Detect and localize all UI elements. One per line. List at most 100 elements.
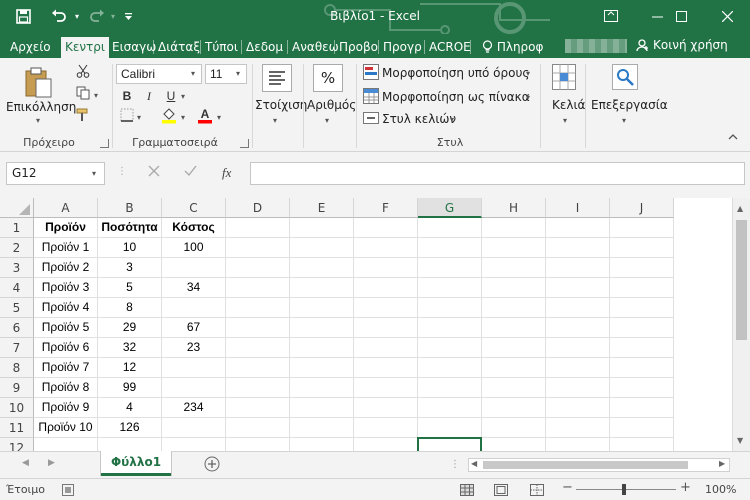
cut-icon[interactable] [74, 64, 92, 82]
normal-view-icon[interactable] [460, 484, 474, 499]
cell-a8[interactable]: Προϊόν 7 [34, 358, 98, 378]
zoom-in-icon[interactable]: + [680, 480, 691, 495]
cell-i6[interactable] [546, 318, 610, 338]
cell-c5[interactable] [162, 298, 226, 318]
cell-b9[interactable]: 99 [98, 378, 162, 398]
row-header[interactable]: 2 [0, 238, 34, 258]
paste-dropdown-icon[interactable]: ▾ [36, 116, 40, 125]
row-header[interactable]: 8 [0, 358, 34, 378]
cell-b5[interactable]: 8 [98, 298, 162, 318]
cell-j11[interactable] [610, 418, 674, 438]
cell-c4[interactable]: 34 [162, 278, 226, 298]
cell-i1[interactable] [546, 218, 610, 238]
row-header[interactable]: 10 [0, 398, 34, 418]
alignment-dropdown-icon[interactable]: ▾ [273, 116, 277, 125]
fill-color-icon[interactable] [160, 106, 178, 124]
cell-d7[interactable] [226, 338, 290, 358]
collapse-ribbon-icon[interactable] [724, 130, 742, 148]
column-header-g[interactable]: G [418, 198, 482, 218]
italic-button[interactable]: I [140, 87, 158, 105]
cell-g1[interactable] [418, 218, 482, 238]
horizontal-scroll-thumb[interactable] [483, 461, 688, 469]
cell-a6[interactable]: Προϊόν 5 [34, 318, 98, 338]
conditional-formatting-button[interactable]: Μορφοποίηση υπό όρους [382, 66, 529, 80]
cell-d5[interactable] [226, 298, 290, 318]
font-name-select[interactable]: Calibri [116, 64, 202, 84]
cell-f8[interactable] [354, 358, 418, 378]
cell-h9[interactable] [482, 378, 546, 398]
cell-c6[interactable]: 67 [162, 318, 226, 338]
cell-d11[interactable] [226, 418, 290, 438]
cell-h12[interactable] [482, 438, 546, 451]
macro-record-icon[interactable] [62, 484, 74, 499]
cell-b2[interactable]: 10 [98, 238, 162, 258]
scroll-right-icon[interactable]: ▶ [719, 459, 725, 468]
cell-e9[interactable] [290, 378, 354, 398]
select-all-corner[interactable] [0, 198, 34, 218]
cell-e4[interactable] [290, 278, 354, 298]
zoom-out-icon[interactable]: − [562, 480, 573, 495]
cell-j6[interactable] [610, 318, 674, 338]
cell-e8[interactable] [290, 358, 354, 378]
cell-g10[interactable] [418, 398, 482, 418]
column-header-e[interactable]: E [290, 198, 354, 218]
borders-dropdown-icon[interactable]: ▾ [137, 113, 141, 122]
cell-f6[interactable] [354, 318, 418, 338]
vertical-scroll-thumb[interactable] [736, 220, 747, 340]
cell-a10[interactable]: Προϊόν 9 [34, 398, 98, 418]
cell-e12[interactable] [290, 438, 354, 451]
cell-d10[interactable] [226, 398, 290, 418]
next-sheet-icon[interactable]: ▶ [48, 458, 55, 468]
cell-g12[interactable] [418, 438, 482, 451]
cell-j4[interactable] [610, 278, 674, 298]
paste-button[interactable]: Επικόλληση [6, 100, 76, 114]
close-button[interactable] [704, 0, 750, 32]
cell-d9[interactable] [226, 378, 290, 398]
prev-sheet-icon[interactable]: ◀ [22, 458, 29, 468]
cell-g4[interactable] [418, 278, 482, 298]
cell-j10[interactable] [610, 398, 674, 418]
cell-g5[interactable] [418, 298, 482, 318]
formula-input[interactable] [250, 162, 745, 185]
cell-b10[interactable]: 4 [98, 398, 162, 418]
cell-d8[interactable] [226, 358, 290, 378]
cell-j9[interactable] [610, 378, 674, 398]
cell-d4[interactable] [226, 278, 290, 298]
insert-function-icon[interactable]: fx [222, 165, 231, 181]
cells-dropdown-icon[interactable]: ▾ [563, 116, 567, 125]
zoom-slider-track[interactable] [576, 489, 676, 490]
cell-e11[interactable] [290, 418, 354, 438]
cell-c7[interactable]: 23 [162, 338, 226, 358]
cell-h1[interactable] [482, 218, 546, 238]
clipboard-launcher-icon[interactable] [100, 139, 109, 148]
editing-icon[interactable] [612, 64, 638, 90]
row-header[interactable]: 6 [0, 318, 34, 338]
cell-d2[interactable] [226, 238, 290, 258]
worksheet-grid[interactable]: A B C D E F G H I J 1 Προϊόν Ποσότητα Κόστος 2 Προϊόν 1… [0, 198, 732, 451]
cell-g2[interactable] [418, 238, 482, 258]
column-header-d[interactable]: D [226, 198, 290, 218]
font-color-icon[interactable]: A [196, 106, 214, 124]
cell-a2[interactable]: Προϊόν 1 [34, 238, 98, 258]
cell-g3[interactable] [418, 258, 482, 278]
name-box[interactable]: G12 [6, 162, 105, 185]
cell-h10[interactable] [482, 398, 546, 418]
cell-e3[interactable] [290, 258, 354, 278]
cell-f10[interactable] [354, 398, 418, 418]
scroll-up-icon[interactable]: ▲ [737, 204, 743, 213]
cell-j1[interactable] [610, 218, 674, 238]
cell-a7[interactable]: Προϊόν 6 [34, 338, 98, 358]
cell-a5[interactable]: Προϊόν 4 [34, 298, 98, 318]
borders-icon[interactable] [118, 108, 136, 126]
page-break-view-icon[interactable] [530, 484, 544, 499]
cell-i10[interactable] [546, 398, 610, 418]
zoom-slider-thumb[interactable] [622, 484, 626, 495]
cell-b4[interactable]: 5 [98, 278, 162, 298]
sheet-tab-1[interactable]: Φύλλο1 [101, 451, 171, 476]
column-header-c[interactable]: C [162, 198, 226, 218]
cell-c10[interactable]: 234 [162, 398, 226, 418]
vertical-scrollbar[interactable]: ▲ ▼ [732, 198, 750, 451]
cell-j2[interactable] [610, 238, 674, 258]
font-size-select[interactable]: 11 [205, 64, 247, 84]
horizontal-scrollbar[interactable]: ◀ ▶ [468, 458, 730, 472]
